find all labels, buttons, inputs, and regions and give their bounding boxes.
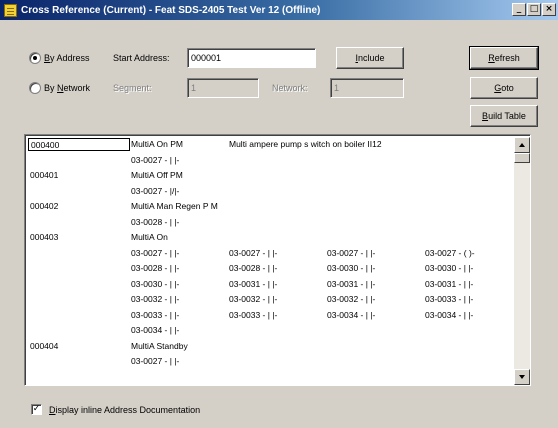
xref-cell: 03-0028 - | |- — [131, 216, 180, 227]
xref-cell: MultiA Standby — [131, 340, 188, 351]
xref-row[interactable]: 03-0027 - | |- — [27, 153, 513, 169]
xref-cell: 03-0033 - | |- — [131, 309, 180, 320]
xref-cell: 03-0031 - | |- — [229, 278, 278, 289]
display-inline-checkbox[interactable]: ✓ — [31, 404, 42, 415]
xref-cell: 03-0033 - | |- — [425, 294, 474, 304]
xref-row[interactable]: 03-0028 - | |- 03-0028 - | |- 03-0030 - | … — [27, 261, 513, 277]
title-bar[interactable]: Cross Reference (Current) - Feat SDS-240… — [0, 0, 558, 20]
xref-row[interactable]: 000404 MultiA Standby — [27, 339, 513, 355]
xref-cell: 03-0030 - | |- — [425, 263, 474, 273]
scroll-thumb[interactable] — [514, 153, 530, 163]
xref-row[interactable]: 03-0027 - | |- 03-0027 - | |- 03-0027 - | … — [27, 246, 513, 262]
vertical-scrollbar[interactable] — [514, 137, 530, 385]
xref-cell: 03-0027 - | |- — [131, 247, 180, 258]
app-icon — [4, 3, 17, 17]
xref-row[interactable]: 000402 MultiA Man Regen P M — [27, 199, 513, 215]
xref-cell: 03-0027 - |/|- — [131, 185, 180, 196]
xref-row[interactable]: 03-0032 - | |- 03-0032 - | |- 03-0032 - | … — [27, 292, 513, 308]
by-address-label[interactable]: By Address — [44, 52, 90, 64]
xref-row[interactable]: 000400 MultiA On PM Multi ampere pump s wi… — [27, 137, 513, 153]
window-title: Cross Reference (Current) - Feat SDS-240… — [21, 4, 321, 16]
xref-cell: 03-0028 - | |- — [131, 263, 180, 273]
build-table-button[interactable]: Build Table — [470, 105, 538, 127]
xref-cell: 03-0027 - | |- — [327, 247, 376, 258]
scroll-down-button[interactable] — [514, 369, 530, 385]
xref-row[interactable]: 03-0033 - | |- 03-0033 - | |- 03-0034 - | … — [27, 308, 513, 324]
xref-address: 000403 — [30, 232, 59, 242]
by-network-radio[interactable] — [29, 82, 41, 94]
start-address-input[interactable]: 000001 — [187, 48, 316, 68]
arrow-down-icon — [519, 375, 525, 379]
segment-input[interactable]: 1 — [187, 78, 259, 98]
xref-row[interactable]: 03-0027 - | |- — [27, 354, 513, 370]
arrow-up-icon — [519, 143, 525, 147]
xref-address: 000404 — [30, 340, 59, 351]
cross-reference-listbox[interactable]: 000400 MultiA On PM Multi ampere pump s wi… — [24, 134, 531, 386]
xref-cell: 03-0032 - | |- — [229, 294, 278, 304]
xref-cell: 03-0027 - | |- — [131, 154, 180, 165]
xref-row[interactable]: 000403 MultiA On — [27, 230, 513, 246]
xref-cell: 03-0027 - ( )- — [425, 247, 475, 258]
refresh-button[interactable]: Refresh — [469, 46, 539, 70]
xref-address: 000402 — [30, 201, 59, 211]
goto-button[interactable]: Goto — [470, 77, 538, 99]
xref-row[interactable]: 03-0028 - | |- — [27, 215, 513, 231]
segment-label: Segment: — [113, 83, 152, 93]
minimize-button[interactable]: _ — [512, 3, 526, 16]
xref-row[interactable]: 03-0030 - | |- 03-0031 - | |- 03-0031 - | … — [27, 277, 513, 293]
xref-cell: 03-0032 - | |- — [131, 294, 180, 304]
network-label: Network: — [272, 83, 308, 93]
xref-cell: 03-0033 - | |- — [229, 309, 278, 320]
include-button[interactable]: Include — [336, 47, 404, 69]
xref-address: 000401 — [30, 170, 59, 180]
by-network-label[interactable]: By Network — [44, 82, 90, 94]
maximize-button[interactable]: □ — [527, 3, 541, 16]
window-controls: _ □ × — [511, 3, 556, 16]
xref-cell: 03-0034 - | |- — [425, 309, 474, 320]
by-address-radio[interactable] — [29, 52, 41, 64]
xref-cell: 03-0031 - | |- — [425, 278, 474, 289]
xref-cell: 03-0030 - | |- — [327, 263, 376, 273]
close-button[interactable]: × — [542, 3, 556, 16]
xref-cell: 03-0034 - | |- — [327, 309, 376, 320]
cross-reference-window: Cross Reference (Current) - Feat SDS-240… — [0, 0, 558, 428]
display-inline-label[interactable]: Display inline Address Documentation — [49, 404, 200, 416]
xref-cell: 03-0032 - | |- — [327, 294, 376, 304]
xref-row[interactable]: 03-0034 - | |- — [27, 323, 513, 339]
xref-description: Multi ampere pump s witch on boiler II12 — [229, 139, 382, 149]
xref-cell: 03-0031 - | |- — [327, 278, 376, 289]
xref-cell: MultiA On PM — [131, 139, 183, 149]
xref-cell: 03-0028 - | |- — [229, 263, 278, 273]
xref-cell: 03-0034 - | |- — [131, 325, 180, 335]
xref-cell: MultiA On — [131, 232, 168, 242]
xref-address: 000400 — [28, 138, 130, 151]
cross-reference-rows: 000400 MultiA On PM Multi ampere pump s wi… — [27, 137, 513, 370]
xref-row[interactable]: 03-0027 - |/|- — [27, 184, 513, 200]
scroll-up-button[interactable] — [514, 137, 530, 153]
xref-cell: 03-0027 - | |- — [131, 356, 180, 366]
xref-cell: MultiA Man Regen P M — [131, 201, 218, 211]
start-address-label: Start Address: — [113, 53, 170, 63]
xref-cell: 03-0030 - | |- — [131, 278, 180, 289]
network-input[interactable]: 1 — [330, 78, 404, 98]
xref-cell: MultiA Off PM — [131, 170, 183, 180]
xref-cell: 03-0027 - | |- — [229, 247, 278, 258]
xref-row[interactable]: 000401 MultiA Off PM — [27, 168, 513, 184]
